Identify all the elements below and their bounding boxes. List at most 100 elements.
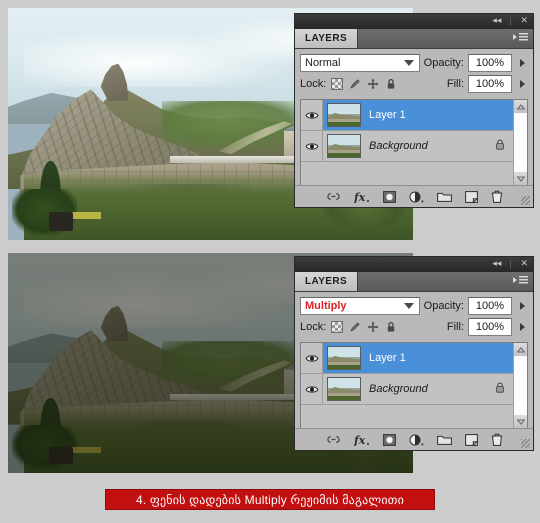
fill-slider-arrow-icon[interactable] — [516, 318, 528, 336]
eye-icon — [304, 142, 319, 150]
fill-input[interactable]: 100% — [468, 75, 512, 93]
svg-text:fx: fx — [354, 191, 366, 203]
layer-thumbnail[interactable] — [327, 346, 361, 370]
eye-icon — [304, 385, 319, 393]
padlock-icon — [496, 139, 504, 150]
paint-lock-icon[interactable] — [349, 78, 361, 90]
all-lock-icon[interactable] — [385, 321, 397, 333]
tab-layers[interactable]: LAYERS — [295, 272, 359, 291]
layer-rows: Layer 1 Background — [301, 343, 513, 428]
eye-icon — [304, 111, 319, 119]
titlebar-divider — [510, 260, 512, 269]
layer-visibility-eye-icon[interactable] — [301, 343, 323, 373]
paint-lock-icon[interactable] — [349, 321, 361, 333]
layer-visibility-eye-icon[interactable] — [301, 131, 323, 161]
layer-name: Layer 1 — [369, 109, 406, 121]
layer-list-scrollbar[interactable] — [513, 343, 527, 428]
panel-footer-toolbar: fx — [295, 185, 533, 207]
scrollbar-track[interactable] — [514, 113, 527, 172]
table-row[interactable]: Layer 1 — [301, 343, 513, 374]
close-panel-icon[interactable]: ✕ — [520, 17, 528, 26]
panel-menu-bars-icon — [519, 276, 528, 284]
fill-input[interactable]: 100% — [468, 318, 512, 336]
blend-mode-select[interactable]: Multiply — [300, 297, 420, 315]
layer-thumbnail[interactable] — [327, 134, 361, 158]
panel-resize-grip[interactable] — [521, 439, 530, 448]
layer-list-scrollbar[interactable] — [513, 100, 527, 185]
panel-resize-grip[interactable] — [521, 196, 530, 205]
scrollbar-track[interactable] — [514, 356, 527, 415]
new-group-icon[interactable] — [436, 191, 452, 202]
layer-thumbnail[interactable] — [327, 377, 361, 401]
scroll-up-icon[interactable] — [514, 100, 527, 113]
svg-text:fx: fx — [354, 434, 366, 446]
fill-group: Fill: 100% — [447, 318, 528, 336]
fill-value: 100% — [475, 321, 505, 333]
lock-label: Lock: — [300, 321, 327, 333]
padlock-icon — [496, 382, 504, 393]
scroll-down-icon[interactable] — [514, 415, 527, 428]
foreground-object — [48, 212, 73, 231]
panel-footer-toolbar: fx — [295, 428, 533, 450]
table-row[interactable]: Background — [301, 374, 513, 405]
move-lock-icon[interactable] — [367, 321, 379, 333]
opacity-input[interactable]: 100% — [468, 54, 512, 72]
layer-name: Background — [369, 383, 428, 395]
transparency-lock-icon[interactable] — [331, 321, 344, 333]
layer-mask-icon[interactable] — [382, 433, 396, 446]
collapse-panel-icon[interactable]: ◂◂ — [492, 260, 501, 269]
blend-mode-value: Multiply — [305, 300, 347, 312]
close-panel-icon[interactable]: ✕ — [520, 260, 528, 269]
tab-layers-label: LAYERS — [305, 33, 348, 44]
fill-slider-arrow-icon[interactable] — [516, 75, 528, 93]
blend-mode-value: Normal — [305, 57, 341, 69]
adjustment-layer-icon[interactable] — [409, 191, 424, 203]
background-lock-icon — [495, 382, 505, 396]
tab-layers[interactable]: LAYERS — [295, 29, 359, 48]
lock-row: Lock: Fill: 100% — [300, 316, 528, 338]
scroll-up-icon[interactable] — [514, 343, 527, 356]
layer-mask-icon[interactable] — [382, 190, 396, 203]
delete-layer-icon[interactable] — [491, 190, 503, 203]
table-row[interactable]: Layer 1 — [301, 100, 513, 131]
chevron-down-icon — [403, 60, 414, 66]
layer-visibility-eye-icon[interactable] — [301, 374, 323, 404]
layer-name: Background — [369, 140, 428, 152]
layer-visibility-eye-icon[interactable] — [301, 100, 323, 130]
move-lock-icon[interactable] — [367, 78, 379, 90]
opacity-label: Opacity: — [423, 300, 464, 312]
all-lock-icon[interactable] — [385, 78, 397, 90]
figure-caption-text: 4. ფენის დადების Multiply რეჟიმის მაგალი… — [135, 492, 405, 507]
panel-menu-icon[interactable] — [513, 33, 528, 41]
panel-menu-icon[interactable] — [513, 276, 528, 284]
opacity-label: Opacity: — [423, 57, 464, 69]
opacity-input[interactable]: 100% — [468, 297, 512, 315]
link-layers-icon[interactable] — [326, 435, 341, 444]
layer-style-fx-icon[interactable]: fx — [354, 434, 370, 446]
opacity-slider-arrow-icon[interactable] — [516, 54, 528, 72]
collapse-panel-icon[interactable]: ◂◂ — [492, 17, 501, 26]
opacity-value: 100% — [475, 57, 505, 69]
table-row[interactable]: Background — [301, 131, 513, 162]
panel-menu-triangle-icon — [513, 277, 517, 283]
panel-tab-row: LAYERS — [295, 272, 533, 292]
lock-icon-group — [331, 321, 397, 333]
layer-style-fx-icon[interactable]: fx — [354, 191, 370, 203]
panel-tab-row: LAYERS — [295, 29, 533, 49]
fill-label: Fill: — [446, 321, 464, 333]
adjustment-layer-icon[interactable] — [409, 434, 424, 446]
layer-list: Layer 1 Background — [300, 342, 528, 428]
new-layer-icon[interactable] — [464, 433, 478, 446]
link-layers-icon[interactable] — [326, 192, 341, 201]
opacity-slider-arrow-icon[interactable] — [516, 297, 528, 315]
scroll-down-icon[interactable] — [514, 172, 527, 185]
delete-layer-icon[interactable] — [491, 433, 503, 446]
tab-layers-label: LAYERS — [305, 276, 348, 287]
blend-mode-select[interactable]: Normal — [300, 54, 420, 72]
new-layer-icon[interactable] — [464, 190, 478, 203]
panel-menu-triangle-icon — [513, 34, 517, 40]
new-group-icon[interactable] — [436, 434, 452, 445]
layer-thumbnail[interactable] — [327, 103, 361, 127]
transparency-lock-icon[interactable] — [331, 78, 344, 90]
layers-panel-normal: ◂◂ ✕ LAYERS Normal Opacity: 100% Lock: F… — [294, 13, 534, 208]
